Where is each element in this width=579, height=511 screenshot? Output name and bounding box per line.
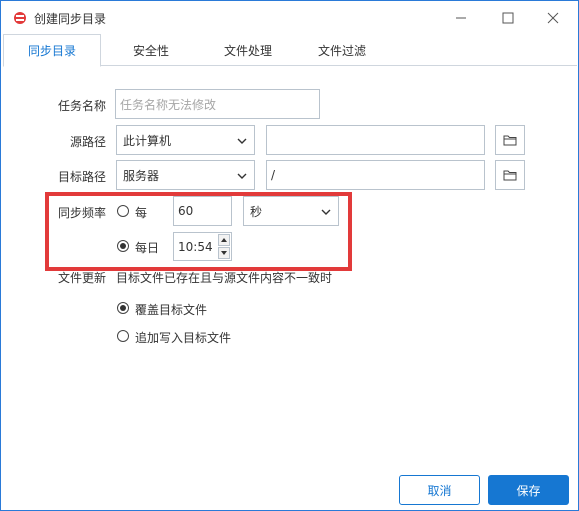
maximize-button[interactable]	[489, 5, 527, 31]
tab-file-filter[interactable]: 文件过滤	[301, 34, 383, 66]
dialog-window: 创建同步目录 同步目录 安全性 文件处理 文件过滤 任务名称 任务名称无法修改 …	[0, 0, 579, 511]
overwrite-radio[interactable]	[117, 302, 129, 314]
tab-sync-directory[interactable]: 同步目录	[3, 34, 101, 67]
chevron-down-icon	[237, 173, 247, 179]
append-radio-label: 追加写入目标文件	[135, 331, 232, 345]
file-update-label: 文件更新	[57, 271, 106, 285]
task-name-input[interactable]: 任务名称无法修改	[115, 89, 320, 119]
tab-file-processing[interactable]: 文件处理	[207, 34, 289, 66]
target-path-input[interactable]: /	[266, 160, 485, 190]
tab-bar: 同步目录 安全性 文件处理 文件过滤	[3, 34, 577, 67]
source-path-label: 源路径	[69, 135, 106, 149]
chevron-down-icon	[237, 138, 247, 144]
title-bar: 创建同步目录	[1, 1, 578, 35]
highlight-box	[45, 192, 352, 271]
target-browse-button[interactable]	[495, 160, 525, 190]
folder-icon	[503, 170, 517, 181]
window-title: 创建同步目录	[34, 12, 107, 26]
target-path-label: 目标路径	[57, 170, 106, 184]
source-path-input[interactable]	[266, 125, 485, 155]
file-update-note: 目标文件已存在且与源文件内容不一致时	[116, 271, 333, 285]
app-logo-icon	[14, 12, 26, 24]
close-button[interactable]	[534, 5, 572, 31]
minimize-button[interactable]	[442, 5, 480, 31]
source-browse-button[interactable]	[495, 125, 525, 155]
save-button[interactable]: 保存	[488, 475, 569, 505]
folder-icon	[503, 135, 517, 146]
target-location-select[interactable]: 服务器	[116, 160, 255, 190]
append-radio[interactable]	[117, 330, 129, 342]
overwrite-radio-label: 覆盖目标文件	[135, 303, 208, 317]
source-location-value: 此计算机	[123, 133, 172, 148]
minimize-icon	[456, 17, 466, 19]
source-location-select[interactable]: 此计算机	[116, 125, 255, 155]
tab-security[interactable]: 安全性	[115, 34, 187, 66]
cancel-button[interactable]: 取消	[399, 475, 480, 505]
close-icon	[547, 12, 559, 24]
task-name-label: 任务名称	[57, 99, 106, 113]
target-location-value: 服务器	[123, 168, 160, 183]
maximize-icon	[502, 12, 514, 24]
